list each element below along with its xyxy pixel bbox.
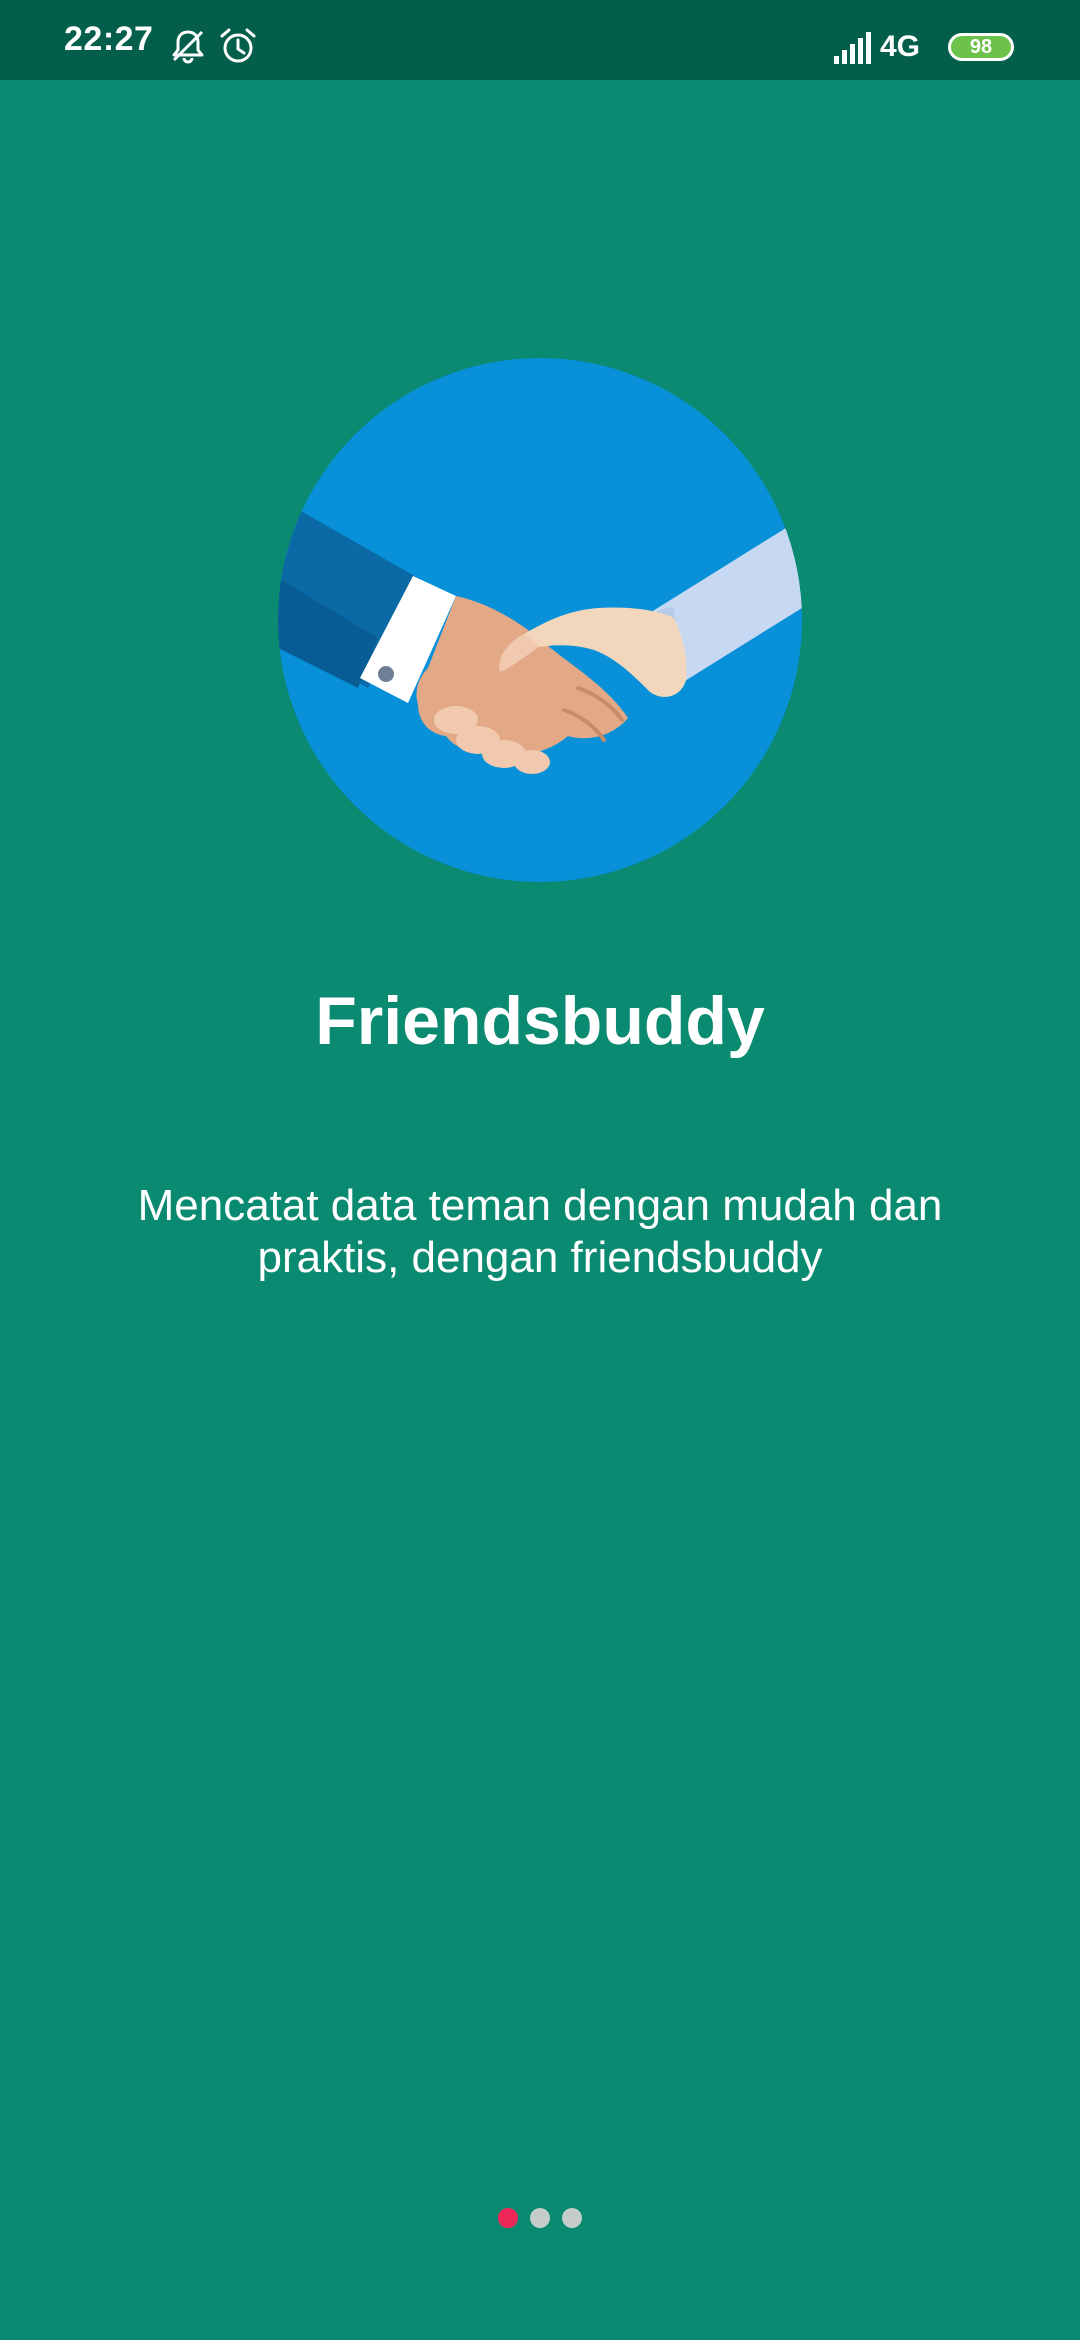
network-type: 4G (880, 30, 921, 63)
bell-off-icon (172, 30, 204, 64)
handshake-illustration (278, 358, 802, 882)
page-dot-2[interactable] (530, 2208, 550, 2228)
battery-icon: 98 (948, 33, 1014, 61)
status-time: 22:27 (64, 20, 154, 58)
page-dot-1[interactable] (498, 2208, 518, 2228)
alarm-icon (220, 28, 256, 63)
signal-icon (834, 32, 871, 64)
page-dot-3[interactable] (562, 2208, 582, 2228)
app-description: Mencatat data teman dengan mudah dan pra… (137, 1181, 943, 1282)
status-bar: 22:27 4G 98 (0, 0, 1080, 80)
app-title: Friendsbuddy (315, 983, 765, 1059)
page-indicator[interactable] (0, 2208, 1080, 2228)
battery-level: 98 (969, 36, 993, 58)
